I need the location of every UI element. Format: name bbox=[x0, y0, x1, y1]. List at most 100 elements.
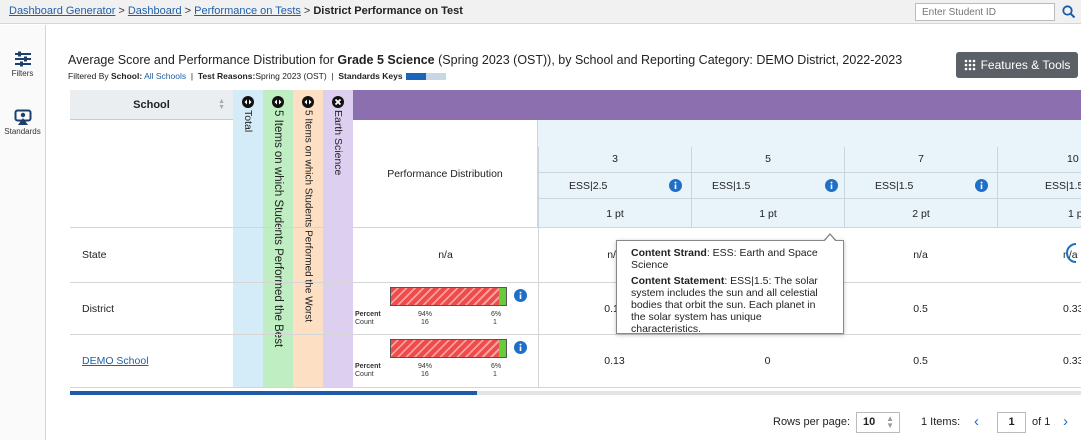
left-rail: Filters Standards bbox=[0, 25, 46, 440]
item-header-7: 7 ESS|1.5 2 pt bbox=[844, 147, 997, 227]
sort-icon[interactable]: ▲ ▼ bbox=[218, 98, 225, 111]
expand-worst-icon[interactable] bbox=[302, 96, 314, 108]
of-pages-label: of 1 bbox=[1032, 416, 1051, 428]
page-number-value: 1 bbox=[1008, 416, 1015, 428]
item-number: 7 bbox=[918, 153, 924, 165]
item-points: 2 pt bbox=[912, 208, 930, 220]
below-count: 16 bbox=[421, 319, 429, 326]
breadcrumb-current: District Performance on Test bbox=[313, 5, 463, 17]
standards-icon bbox=[14, 109, 31, 125]
item-header-3: 3 ESS|2.5 1 pt bbox=[538, 147, 691, 227]
above-count: 1 bbox=[493, 319, 497, 326]
district-item-value: 0.5 bbox=[913, 303, 928, 315]
search-button[interactable] bbox=[1058, 2, 1080, 22]
below-percent: 94% bbox=[418, 311, 433, 318]
total-column-label: Total bbox=[242, 110, 254, 133]
expand-total-icon[interactable] bbox=[242, 96, 254, 108]
row-divider bbox=[70, 334, 1081, 335]
title-prefix: Average Score and Performance Distributi… bbox=[68, 53, 338, 67]
earth-science-column: Earth Science bbox=[323, 90, 353, 387]
grid-menu-icon bbox=[964, 59, 975, 71]
horizontal-scrollbar-thumb[interactable] bbox=[70, 391, 477, 395]
features-tools-label: Features & Tools bbox=[980, 58, 1071, 72]
state-item-value: n/a bbox=[913, 249, 928, 261]
earth-science-column-label: Earth Science bbox=[332, 110, 344, 176]
title-grade: Grade 5 Science bbox=[337, 53, 435, 67]
filter-divider: | bbox=[190, 71, 194, 81]
earth-science-header-band bbox=[353, 90, 1081, 120]
features-tools-button[interactable]: Features & Tools bbox=[956, 52, 1078, 78]
school-item-value: 0.33 bbox=[1063, 355, 1081, 367]
search-icon bbox=[1062, 5, 1076, 19]
info-icon[interactable] bbox=[825, 179, 838, 192]
district-distribution-bar[interactable]: Percent Count 94% 16 6% 1 bbox=[355, 287, 532, 327]
info-icon[interactable] bbox=[975, 179, 988, 192]
below-percent: 94% bbox=[418, 363, 433, 370]
breadcrumb-performance-on-tests[interactable]: Performance on Tests bbox=[194, 5, 301, 17]
item-header-5: 5 ESS|1.5 1 pt bbox=[691, 147, 844, 227]
performance-distribution-header: Performance Distribution bbox=[353, 120, 538, 227]
item-standard: ESS|1.5 bbox=[712, 180, 751, 192]
item-number: 3 bbox=[612, 153, 618, 165]
item-number: 5 bbox=[765, 153, 771, 165]
item-points: 1 pt bbox=[759, 208, 777, 220]
rows-per-page-label: Rows per page: bbox=[773, 416, 851, 428]
next-page-icon[interactable]: › bbox=[1063, 413, 1068, 430]
filters-button[interactable]: Filters bbox=[0, 51, 45, 78]
page-number-input[interactable]: 1 bbox=[997, 412, 1026, 433]
count-label: Count bbox=[355, 319, 374, 326]
above-percent: 6% bbox=[491, 311, 502, 318]
standards-button[interactable]: Standards bbox=[0, 109, 45, 136]
breadcrumb: Dashboard Generator > Dashboard > Performanc… bbox=[9, 5, 463, 17]
above-count: 1 bbox=[493, 371, 497, 378]
test-reasons-label: Test Reasons: bbox=[197, 71, 256, 81]
filter-divider: | bbox=[331, 71, 334, 81]
info-icon[interactable] bbox=[669, 179, 682, 192]
loading-spinner-icon bbox=[1066, 243, 1077, 263]
report-title: Average Score and Performance Distributi… bbox=[68, 53, 902, 67]
below-segment bbox=[391, 340, 500, 357]
item-header-10: 10 ESS|1.5 1 pt bbox=[997, 147, 1081, 227]
previous-page-icon[interactable]: ‹ bbox=[974, 413, 979, 430]
item-standard: ESS|2.5 bbox=[569, 180, 608, 192]
school-column-header[interactable]: School ▲ ▼ bbox=[70, 90, 233, 120]
test-reasons-value: Spring 2023 (OST) bbox=[255, 71, 327, 81]
results-table: School ▲ ▼ Total 5 Items on which Student… bbox=[70, 90, 1081, 396]
items-count-label: 1 Items: bbox=[921, 416, 961, 428]
standards-keys-label: Standards Keys bbox=[338, 71, 403, 81]
worst-items-column-label: 5 Items on which Students Performed the … bbox=[302, 110, 314, 323]
breadcrumb-dashboard-generator[interactable]: Dashboard Generator bbox=[9, 5, 115, 17]
collapse-earth-science-icon[interactable] bbox=[332, 96, 344, 108]
row-label-demo-school[interactable]: DEMO School bbox=[82, 355, 149, 367]
student-id-input[interactable] bbox=[915, 3, 1055, 21]
school-distribution-bar[interactable]: Percent Count 94% 16 6% 1 bbox=[355, 339, 532, 379]
info-icon[interactable] bbox=[514, 341, 527, 354]
school-item-value: 0.13 bbox=[604, 355, 625, 367]
total-column: Total bbox=[233, 90, 263, 387]
info-icon[interactable] bbox=[514, 289, 527, 302]
expand-best-icon[interactable] bbox=[272, 96, 284, 108]
district-item-value: 0.33 bbox=[1063, 303, 1081, 315]
breadcrumb-separator: > bbox=[118, 5, 125, 17]
item-standard: ESS|1.5 bbox=[875, 180, 914, 192]
rows-per-page-select[interactable]: 10 ▲ ▼ bbox=[856, 412, 900, 433]
school-filter-value: All Schools bbox=[144, 71, 187, 81]
above-percent: 6% bbox=[491, 363, 502, 370]
standards-keys-toggle[interactable] bbox=[405, 73, 446, 81]
best-items-column-label: 5 Items on which Students Performed the … bbox=[272, 110, 284, 348]
top-bar: Dashboard Generator > Dashboard > Performanc… bbox=[0, 0, 1081, 24]
filter-summary: Filtered By School: All Schools | Test R… bbox=[68, 71, 446, 81]
perf-header-label: Performance Distribution bbox=[387, 167, 503, 180]
school-item-value: 0.5 bbox=[913, 355, 928, 367]
percent-label: Percent bbox=[355, 311, 381, 318]
filters-icon bbox=[14, 51, 31, 67]
standards-label: Standards bbox=[4, 127, 41, 136]
content-statement-tooltip: Content Strand: ESS: Earth and Space Sci… bbox=[616, 240, 844, 335]
row-label-state: State bbox=[82, 249, 107, 261]
filters-label: Filters bbox=[11, 69, 34, 78]
item-standard: ESS|1.5 bbox=[1045, 180, 1081, 192]
tooltip-arrow-fill bbox=[824, 235, 836, 242]
title-suffix: (Spring 2023 (OST)), by School and Repor… bbox=[434, 53, 903, 67]
breadcrumb-dashboard[interactable]: Dashboard bbox=[128, 5, 182, 17]
row-divider bbox=[70, 282, 1081, 283]
